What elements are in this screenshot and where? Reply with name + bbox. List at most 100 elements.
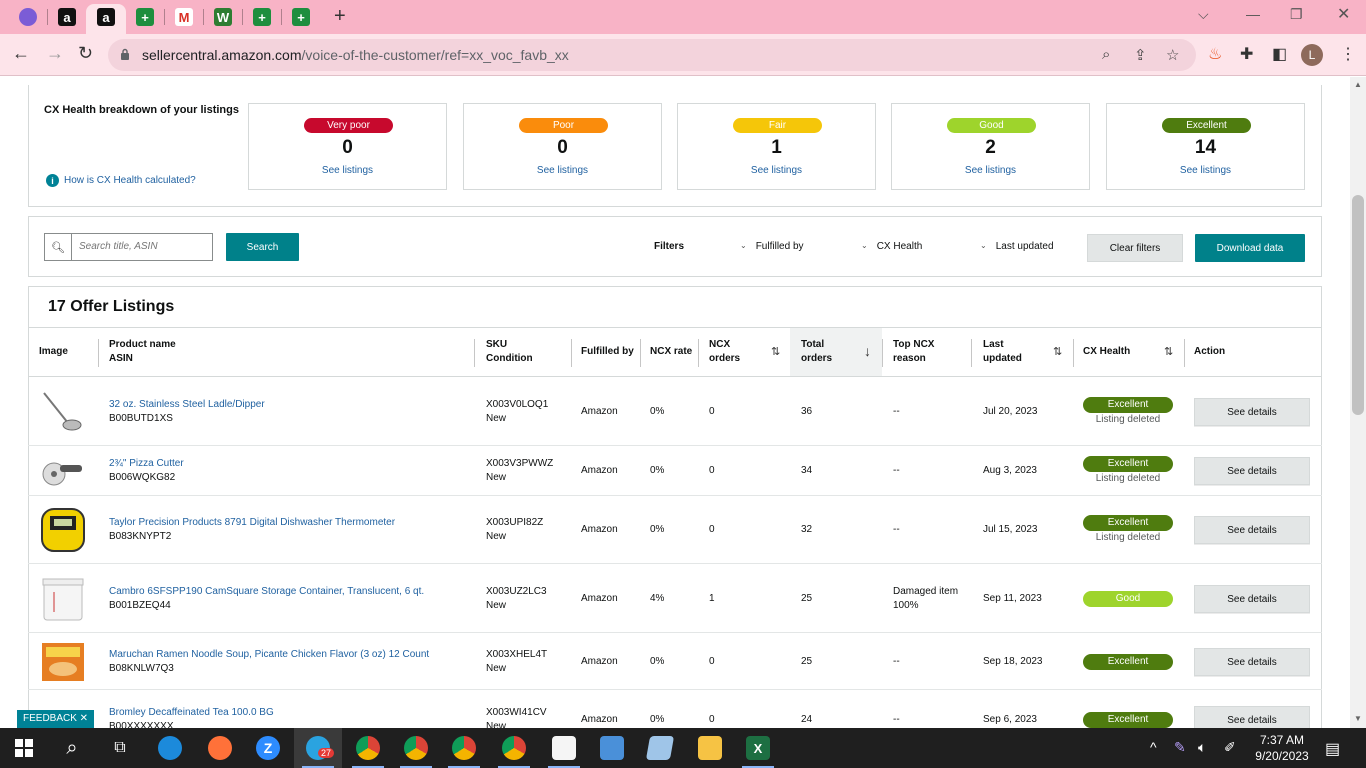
new-tab-button[interactable]: + (334, 5, 346, 28)
chrome-icon[interactable] (490, 728, 538, 768)
excel-icon[interactable]: X (734, 728, 782, 768)
product-name-link[interactable]: 32 oz. Stainless Steel Ladle/Dipper (109, 398, 265, 412)
clear-filters-button[interactable]: Clear filters (1087, 234, 1183, 262)
notes-icon[interactable] (636, 728, 684, 768)
volume-icon[interactable]: 🔈︎ (1198, 739, 1206, 756)
product-cell: Cambro 6SFSPP190 CamSquare Storage Conta… (109, 585, 424, 613)
pen-icon[interactable]: ✎ (1174, 739, 1186, 756)
health-badge: Very poor (304, 118, 393, 133)
see-listings-link[interactable]: See listings (249, 165, 446, 176)
product-name-link[interactable]: Taylor Precision Products 8791 Digital D… (109, 516, 395, 530)
download-data-button[interactable]: Download data (1195, 234, 1305, 262)
pen-workspace-icon[interactable]: ✐ (1224, 739, 1236, 756)
product-name-link[interactable]: 2¾" Pizza Cutter (109, 457, 184, 471)
browser-tab[interactable] (17, 6, 39, 28)
sort-descending-icon[interactable]: ↓ (864, 343, 871, 359)
product-name-link[interactable]: Cambro 6SFSPP190 CamSquare Storage Conta… (109, 585, 424, 599)
edge-icon[interactable] (146, 728, 194, 768)
browser-tab[interactable]: W (212, 6, 234, 28)
page-scrollbar[interactable]: ▲ ▼ (1350, 77, 1366, 728)
zoom-app-icon[interactable]: Z (244, 728, 292, 768)
see-details-button[interactable]: See details (1194, 516, 1310, 544)
fulfilled-by-dropdown[interactable]: ⌄ Fulfilled by (740, 241, 804, 252)
asin: B083KNYPT2 (109, 531, 172, 542)
firefox-icon[interactable] (196, 728, 244, 768)
see-details-button[interactable]: See details (1194, 457, 1310, 485)
browser-tab[interactable]: + (251, 6, 273, 28)
zoom-icon[interactable]: ⌕ (1102, 46, 1110, 63)
extension-flame-icon[interactable]: ♨ (1208, 44, 1222, 64)
browser-menu-icon[interactable]: ⋮ (1340, 44, 1356, 64)
file-explorer-icon[interactable] (686, 728, 734, 768)
share-icon[interactable]: ⇪ (1134, 46, 1147, 64)
product-image[interactable] (40, 389, 86, 435)
forward-icon[interactable]: → (46, 43, 64, 64)
minimize-icon[interactable]: — (1246, 6, 1260, 22)
product-name-link[interactable]: Bromley Decaffeinated Tea 100.0 BG (109, 706, 274, 720)
notifications-icon[interactable]: ▤ (1325, 739, 1340, 759)
search-button[interactable]: Search (226, 233, 299, 261)
telegram-icon[interactable]: 27 (294, 728, 342, 768)
product-image[interactable] (40, 639, 86, 685)
feedback-button[interactable]: FEEDBACK ✕ (17, 710, 95, 728)
last-updated-dropdown[interactable]: ⌄ Last updated (980, 241, 1054, 252)
see-details-button[interactable]: See details (1194, 706, 1310, 728)
see-listings-link[interactable]: See listings (892, 165, 1089, 176)
sort-icon[interactable]: ⇅ (1053, 345, 1062, 358)
tab-search-icon[interactable]: ⌵ (1198, 6, 1209, 23)
product-image[interactable] (40, 448, 86, 494)
system-clock[interactable]: 7:37 AM 9/20/2023 (1252, 732, 1312, 764)
see-listings-link[interactable]: See listings (1107, 165, 1304, 176)
ncx-orders: 0 (709, 656, 715, 667)
search-taskbar-icon[interactable]: ⌕ (48, 728, 96, 768)
see-details-button[interactable]: See details (1194, 398, 1310, 426)
header-cx-health[interactable]: CX Health (1083, 345, 1130, 359)
top-ncx-reason: -- (893, 464, 900, 478)
close-icon[interactable]: ✕ (1337, 4, 1350, 24)
search-input[interactable]: Search title, ASIN (79, 241, 158, 252)
browser-tab[interactable]: M (173, 6, 195, 28)
chrome-icon[interactable] (440, 728, 488, 768)
stock-app-icon[interactable] (540, 728, 588, 768)
header-last-updated[interactable]: Last updated (983, 338, 1022, 366)
extensions-puzzle-icon[interactable]: ✚ (1240, 44, 1253, 64)
see-listings-link[interactable]: See listings (464, 165, 661, 176)
product-image[interactable] (40, 576, 86, 622)
header-total-orders-line2: orders (801, 353, 833, 364)
scrollbar-thumb[interactable] (1352, 195, 1364, 415)
cx-health-dropdown[interactable]: ⌄ CX Health (861, 241, 922, 252)
task-view-icon[interactable]: ⧉ (96, 728, 144, 768)
product-name-link[interactable]: Maruchan Ramen Noodle Soup, Picante Chic… (109, 648, 429, 662)
reload-icon[interactable]: ↻ (78, 43, 93, 64)
fulfilled-by: Amazon (581, 656, 618, 667)
browser-tab[interactable]: a (95, 6, 117, 28)
back-icon[interactable]: ← (12, 43, 30, 64)
sort-icon[interactable]: ⇅ (1164, 345, 1173, 358)
product-image[interactable] (40, 507, 86, 553)
header-total-orders[interactable]: Total orders (801, 338, 832, 366)
scroll-up-icon[interactable]: ▲ (1354, 80, 1362, 89)
sku: X003WI41CV (486, 707, 547, 718)
calculator-icon[interactable] (588, 728, 636, 768)
browser-tab[interactable]: + (290, 6, 312, 28)
tray-chevron-icon[interactable]: ^ (1150, 739, 1157, 755)
restore-icon[interactable]: ❐ (1290, 6, 1303, 23)
see-details-button[interactable]: See details (1194, 648, 1310, 676)
start-button[interactable] (0, 728, 48, 768)
cx-health-info-link[interactable]: i How is CX Health calculated? (46, 174, 196, 187)
product-cell: Bromley Decaffeinated Tea 100.0 BG B00XXX… (109, 706, 274, 728)
chrome-icon[interactable] (344, 728, 392, 768)
side-panel-icon[interactable]: ◧ (1272, 44, 1287, 64)
see-details-button[interactable]: See details (1194, 585, 1310, 613)
profile-avatar[interactable]: L (1301, 44, 1323, 66)
browser-tab[interactable]: a (56, 6, 78, 28)
total-orders: 24 (801, 714, 813, 725)
bookmark-star-icon[interactable]: ☆ (1166, 46, 1179, 64)
sort-icon[interactable]: ⇅ (771, 345, 780, 358)
header-ncx-orders[interactable]: NCX orders (709, 338, 740, 366)
scroll-down-icon[interactable]: ▼ (1354, 714, 1362, 723)
see-listings-link[interactable]: See listings (678, 165, 875, 176)
browser-tab[interactable]: + (134, 6, 156, 28)
chrome-icon[interactable] (392, 728, 440, 768)
address-bar[interactable]: sellercentral.amazon.com/voice-of-the-cu… (108, 39, 1196, 71)
